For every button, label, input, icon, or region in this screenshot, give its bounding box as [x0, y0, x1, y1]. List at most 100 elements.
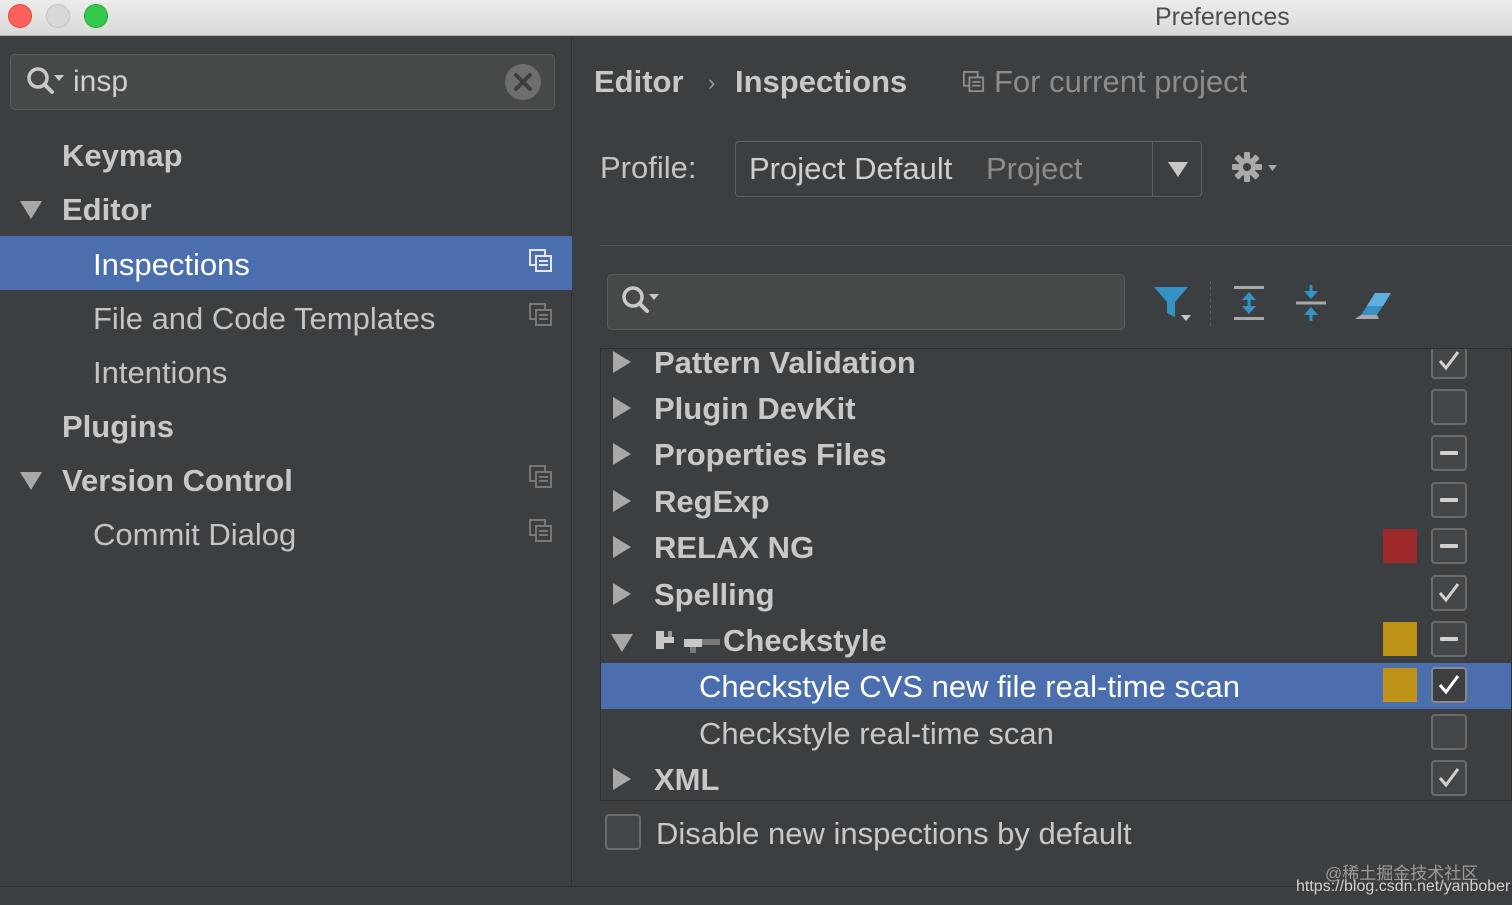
inspection-checkbox[interactable] [1431, 667, 1467, 703]
inspection-group-xml[interactable]: XML [601, 756, 1511, 800]
toolbar-separator [1210, 281, 1211, 329]
collapse-all-icon[interactable] [1293, 283, 1329, 328]
inspections-panel: Editor › Inspections For current project… [573, 37, 1512, 887]
inspection-checkbox[interactable] [1431, 575, 1467, 611]
sidebar-item-keymap[interactable]: Keymap [0, 127, 572, 181]
inspection-checkbox[interactable] [1431, 349, 1467, 379]
severity-swatch [1383, 622, 1417, 656]
project-scope-icon [529, 249, 553, 278]
clear-search-button[interactable] [505, 64, 541, 100]
inspection-group-relax-ng[interactable]: RELAX NG [601, 524, 1511, 570]
expand-arrow-icon[interactable] [613, 536, 631, 558]
expand-arrow-icon[interactable] [613, 351, 631, 373]
sidebar-item-label: Editor [62, 192, 152, 227]
sidebar-item-label: Inspections [93, 247, 250, 282]
sidebar-item-inspections[interactable]: Inspections [0, 236, 572, 290]
project-scope-icon [529, 303, 553, 332]
inspection-label: RELAX NG [654, 530, 815, 565]
settings-sidebar: Keymap Editor Inspections File and Code … [0, 37, 572, 887]
chevron-down-icon [1168, 162, 1188, 177]
mixed-state-icon [1440, 451, 1458, 455]
profile-value: Project Default [749, 151, 953, 186]
inspection-checkbox[interactable] [1431, 621, 1467, 657]
inspection-label: Checkstyle real-time scan [699, 716, 1054, 751]
inspection-group-pattern-validation[interactable]: Pattern Validation [601, 348, 1511, 385]
sidebar-item-intentions[interactable]: Intentions [0, 344, 572, 398]
expand-arrow-icon[interactable] [613, 490, 631, 512]
sidebar-item-label: Keymap [62, 138, 183, 173]
inspections-tree[interactable]: Pattern Validation Plugin DevKit Propert… [600, 348, 1512, 801]
window-maximize-button[interactable] [84, 4, 108, 28]
breadcrumb-editor[interactable]: Editor [594, 64, 684, 100]
scope-note: For current project [994, 64, 1248, 99]
sidebar-item-label: Commit Dialog [93, 517, 297, 552]
profile-label: Profile: [600, 150, 697, 185]
sidebar-item-label: Intentions [93, 355, 228, 390]
severity-swatch [1383, 529, 1417, 563]
sidebar-item-label: File and Code Templates [93, 301, 436, 336]
disable-new-inspections-checkbox[interactable] [605, 814, 641, 850]
inspection-label: RegExp [654, 484, 770, 519]
severity-swatch [1383, 668, 1417, 702]
project-scope-icon [529, 519, 553, 548]
divider [600, 245, 1512, 246]
mixed-state-icon [1440, 637, 1458, 641]
project-scope-icon [963, 71, 985, 98]
inspection-checkbox[interactable] [1431, 760, 1467, 796]
search-icon[interactable] [620, 284, 664, 323]
inspection-label: Checkstyle [723, 623, 887, 658]
inspection-checkbox[interactable] [1431, 389, 1467, 425]
eraser-icon[interactable] [1353, 283, 1393, 328]
inspection-item-checkstyle-cvs-new-file[interactable]: Checkstyle CVS new file real-time scan [601, 663, 1511, 709]
close-icon [514, 73, 532, 91]
checkstyle-plugin-icon [654, 627, 722, 660]
sidebar-item-editor[interactable]: Editor [0, 181, 572, 235]
profile-dropdown[interactable]: Project Default Project [735, 141, 1202, 197]
breadcrumb-inspections: Inspections [735, 64, 908, 99]
sidebar-item-commit-dialog[interactable]: Commit Dialog [0, 506, 572, 560]
inspection-group-spelling[interactable]: Spelling [601, 571, 1511, 617]
sidebar-item-version-control[interactable]: Version Control [0, 452, 572, 506]
inspection-checkbox[interactable] [1431, 482, 1467, 518]
inspection-label: Pattern Validation [654, 348, 916, 380]
sidebar-item-plugins[interactable]: Plugins [0, 398, 572, 452]
inspection-checkbox[interactable] [1431, 714, 1467, 750]
window-close-button[interactable] [8, 4, 32, 28]
profile-dropdown-button[interactable] [1152, 142, 1202, 196]
inspection-label: Properties Files [654, 437, 887, 472]
inspection-group-regexp[interactable]: RegExp [601, 478, 1511, 524]
expand-arrow-icon[interactable] [613, 768, 631, 790]
settings-search-input[interactable] [73, 63, 493, 101]
collapse-arrow-icon[interactable] [20, 201, 42, 219]
project-scope-icon [529, 465, 553, 494]
disable-new-inspections-label[interactable]: Disable new inspections by default [656, 816, 1132, 852]
expand-arrow-icon[interactable] [613, 583, 631, 605]
window-minimize-button[interactable] [46, 4, 70, 28]
collapse-arrow-icon[interactable] [20, 472, 42, 490]
collapse-arrow-icon[interactable] [611, 634, 633, 652]
gear-icon[interactable] [1231, 149, 1279, 190]
expand-arrow-icon[interactable] [613, 443, 631, 465]
inspection-filter-search[interactable] [607, 274, 1125, 330]
expand-all-icon[interactable] [1231, 283, 1267, 328]
settings-search-box[interactable] [10, 54, 555, 110]
sidebar-item-label: Version Control [62, 463, 293, 498]
inspection-group-properties-files[interactable]: Properties Files [601, 431, 1511, 477]
title-bar: Preferences [0, 0, 1512, 36]
inspection-group-checkstyle[interactable]: Checkstyle [601, 617, 1511, 663]
inspection-item-checkstyle-real-time[interactable]: Checkstyle real-time scan [601, 710, 1511, 756]
inspection-group-plugin-devkit[interactable]: Plugin DevKit [601, 385, 1511, 431]
expand-arrow-icon[interactable] [613, 397, 631, 419]
filter-icon[interactable] [1151, 283, 1195, 328]
mixed-state-icon [1440, 498, 1458, 502]
inspection-checkbox[interactable] [1431, 528, 1467, 564]
profile-scope: Project [986, 151, 1083, 186]
sidebar-item-label: Plugins [62, 409, 174, 444]
inspection-label: Plugin DevKit [654, 391, 856, 426]
search-icon[interactable] [25, 65, 69, 104]
inspection-checkbox[interactable] [1431, 435, 1467, 471]
sidebar-item-file-and-code-templates[interactable]: File and Code Templates [0, 290, 572, 344]
window-title: Preferences [1155, 3, 1290, 31]
inspection-label: XML [654, 762, 720, 797]
breadcrumb-separator: › [708, 70, 716, 95]
